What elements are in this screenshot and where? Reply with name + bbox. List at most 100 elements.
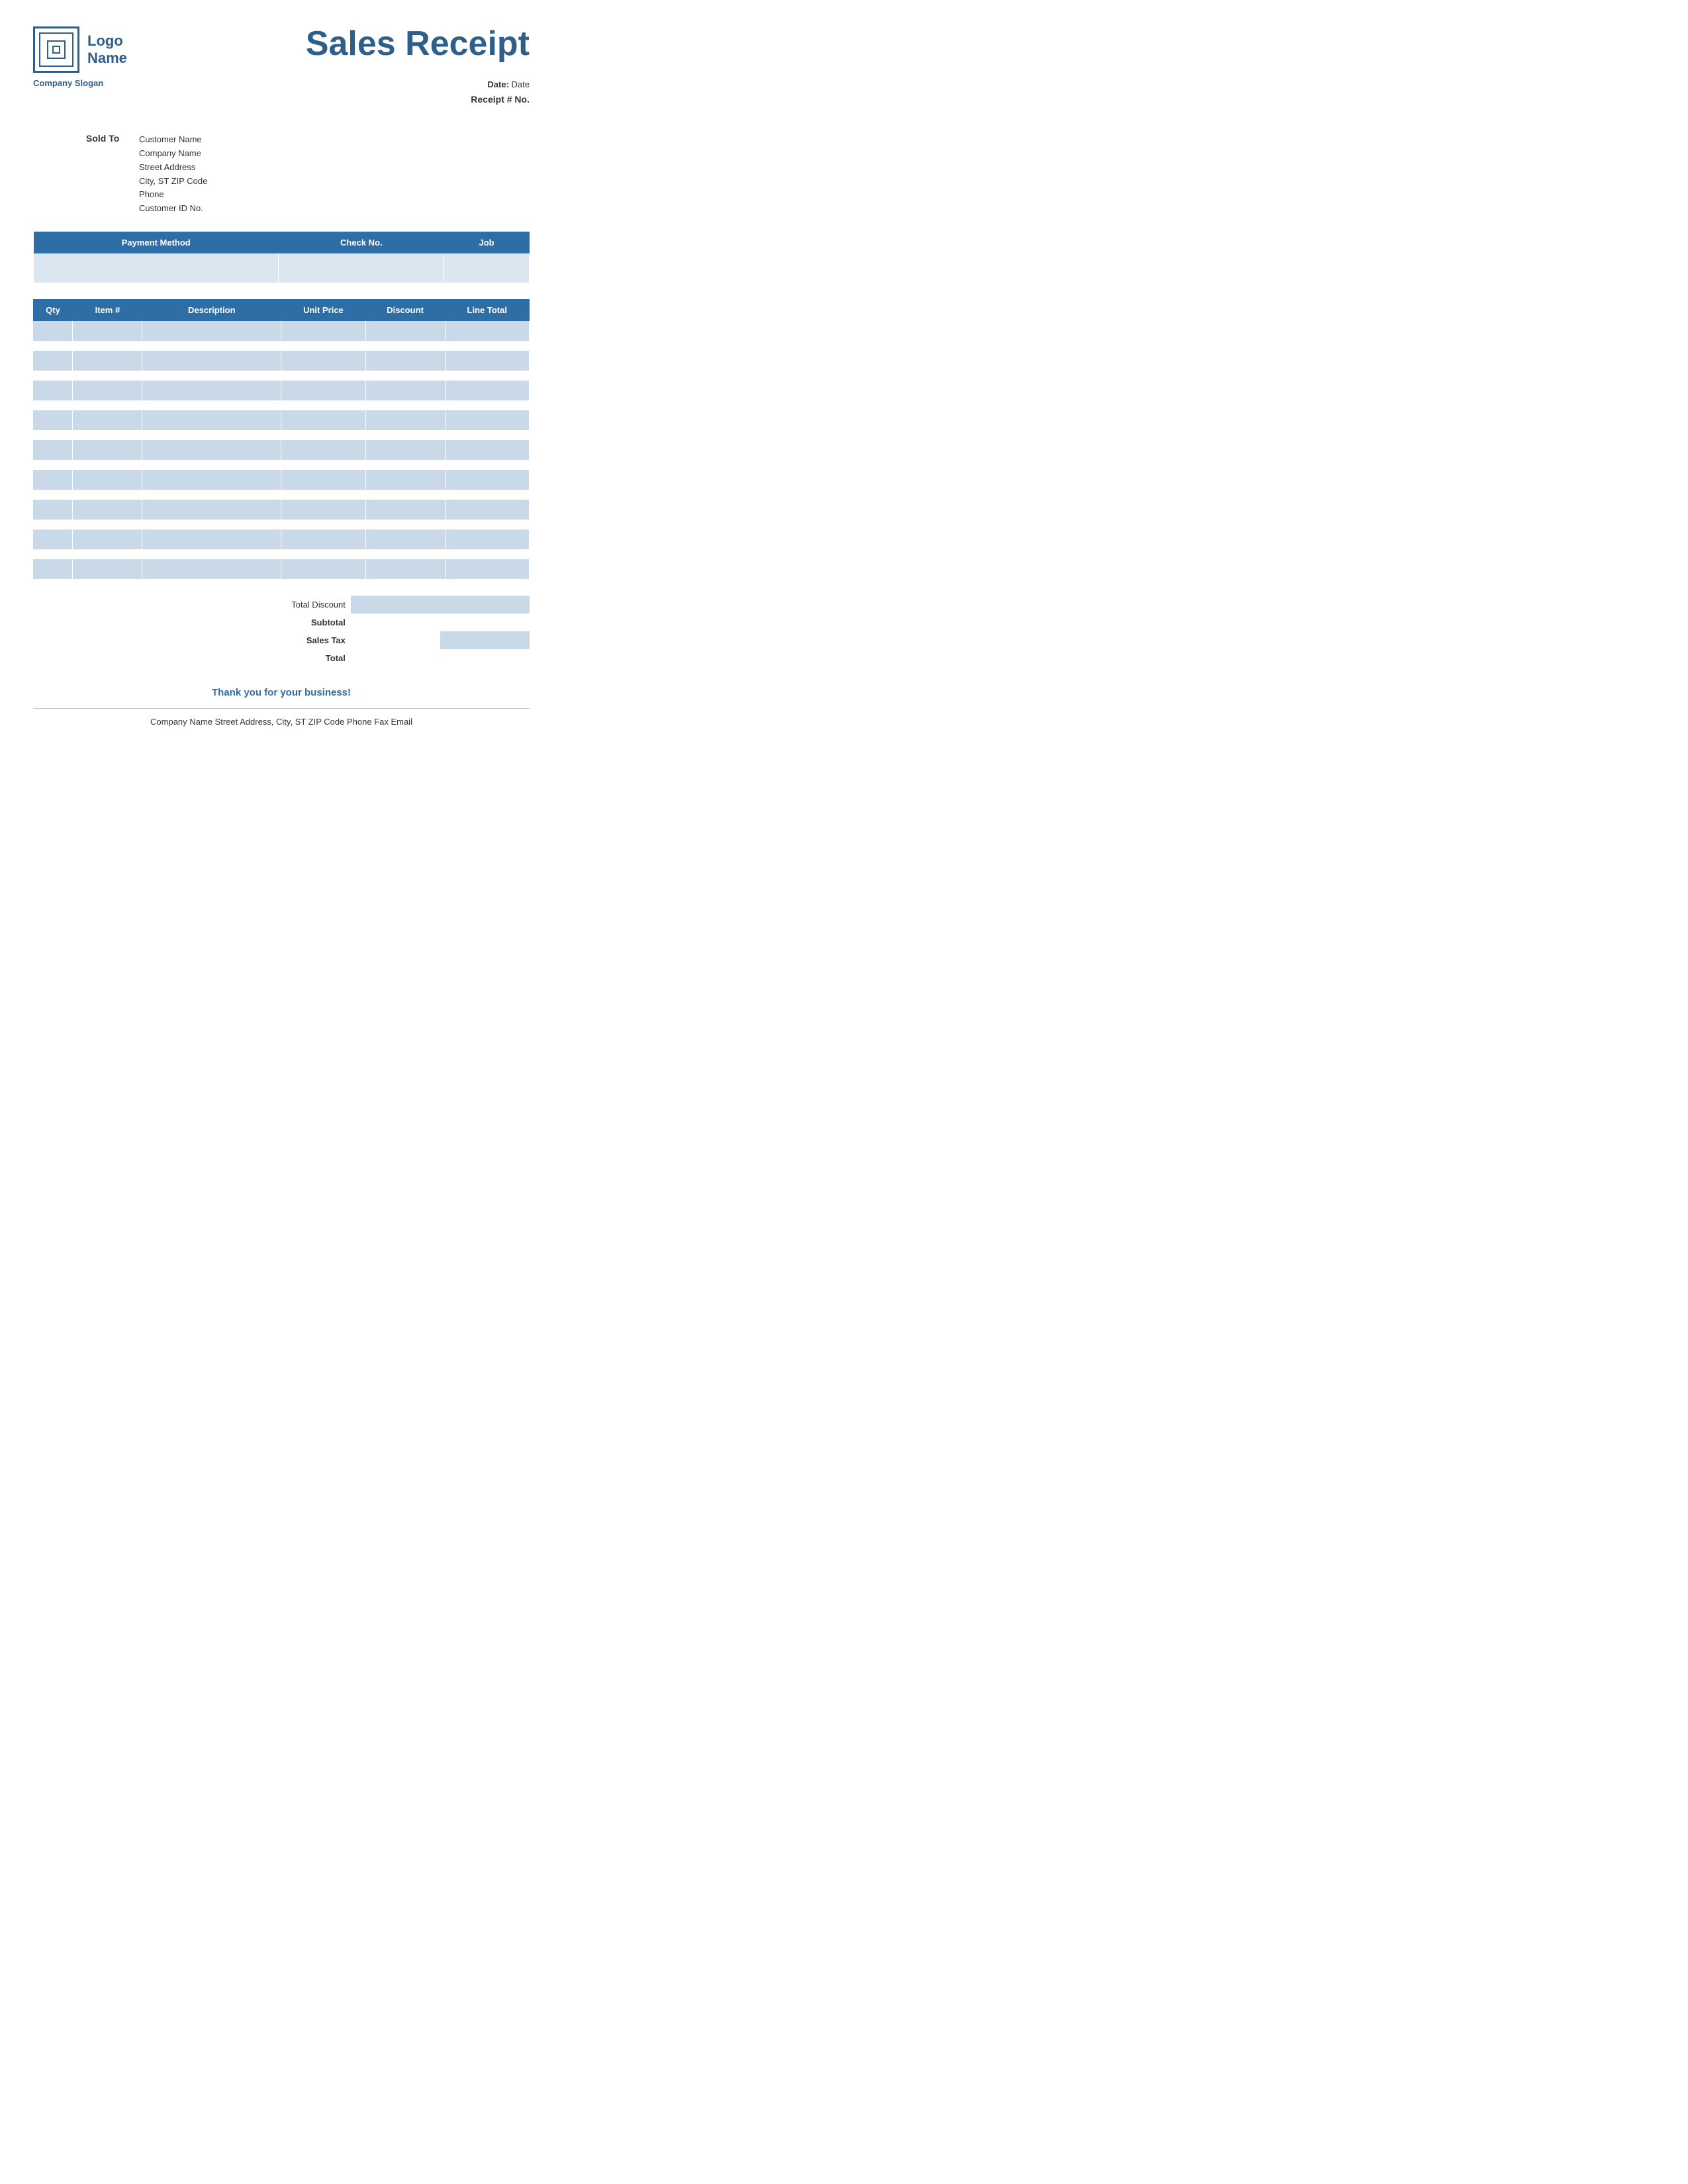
table-cell xyxy=(73,470,142,490)
sold-to-label: Sold To xyxy=(86,133,126,216)
table-cell xyxy=(73,321,142,341)
total-discount-label: Total Discount xyxy=(278,596,351,614)
table-row xyxy=(33,529,530,549)
items-table: Qty Item # Description Unit Price Discou… xyxy=(33,299,530,589)
table-cell xyxy=(73,440,142,460)
table-cell xyxy=(142,529,281,549)
table-cell xyxy=(33,321,73,341)
gap-row xyxy=(33,371,530,381)
table-row xyxy=(33,381,530,400)
logo-center-icon xyxy=(52,46,60,54)
date-label: Date: xyxy=(487,79,509,89)
table-cell xyxy=(73,500,142,520)
gap-row xyxy=(33,520,530,529)
items-header-row: Qty Item # Description Unit Price Discou… xyxy=(33,299,530,321)
thank-you-message: Thank you for your business! xyxy=(33,687,530,698)
logo-innermost xyxy=(47,40,66,59)
logo-line1: Logo xyxy=(87,32,127,50)
title-area: Sales Receipt xyxy=(306,26,530,61)
table-cell xyxy=(142,470,281,490)
table-cell xyxy=(73,529,142,549)
table-cell xyxy=(365,559,445,579)
table-cell xyxy=(445,381,529,400)
payment-header-row: Payment Method Check No. Job xyxy=(34,232,530,254)
gap-row xyxy=(33,430,530,440)
table-cell xyxy=(33,440,73,460)
table-row xyxy=(33,410,530,430)
job-cell xyxy=(444,253,530,283)
table-cell xyxy=(445,351,529,371)
table-cell xyxy=(142,440,281,460)
logo-area: Logo Name xyxy=(33,26,127,73)
table-cell xyxy=(281,529,365,549)
table-cell xyxy=(281,351,365,371)
date-receipt-area: Date: Date Receipt # No. xyxy=(471,78,530,107)
table-cell xyxy=(33,559,73,579)
subtotal-row: Subtotal xyxy=(278,614,530,631)
table-cell xyxy=(281,381,365,400)
table-cell xyxy=(365,470,445,490)
table-cell xyxy=(281,321,365,341)
check-no-header: Check No. xyxy=(279,232,444,254)
table-cell xyxy=(445,559,529,579)
table-row xyxy=(33,440,530,460)
table-cell xyxy=(73,351,142,371)
page-header: Logo Name Sales Receipt xyxy=(33,26,530,73)
footer-contact: Company Name Street Address, City, ST ZI… xyxy=(33,708,530,727)
total-discount-value2 xyxy=(440,596,530,614)
item-num-header: Item # xyxy=(73,299,142,321)
table-cell xyxy=(142,559,281,579)
customer-street: Street Address xyxy=(139,161,207,175)
table-row xyxy=(33,500,530,520)
table-cell xyxy=(365,321,445,341)
sales-tax-row: Sales Tax xyxy=(278,631,530,649)
discount-header: Discount xyxy=(365,299,445,321)
logo-box xyxy=(33,26,79,73)
logo-inner xyxy=(39,32,73,67)
table-cell xyxy=(142,500,281,520)
gap-row xyxy=(33,549,530,559)
table-cell xyxy=(365,351,445,371)
customer-company: Company Name xyxy=(139,147,207,161)
payment-table: Payment Method Check No. Job xyxy=(33,232,530,283)
table-cell xyxy=(365,381,445,400)
table-cell xyxy=(142,351,281,371)
gap-row xyxy=(33,400,530,410)
receipt-number: Receipt # No. xyxy=(471,92,530,107)
table-cell xyxy=(281,500,365,520)
line-total-header: Line Total xyxy=(445,299,529,321)
customer-phone: Phone xyxy=(139,188,207,202)
qty-header: Qty xyxy=(33,299,73,321)
sold-to-section: Sold To Customer Name Company Name Stree… xyxy=(33,133,530,216)
gap-row xyxy=(33,490,530,500)
totals-section: Total Discount Subtotal Sales Tax Total xyxy=(33,596,530,667)
job-header: Job xyxy=(444,232,530,254)
unit-price-header: Unit Price xyxy=(281,299,365,321)
total-discount-row: Total Discount xyxy=(278,596,530,614)
sold-to-info: Customer Name Company Name Street Addres… xyxy=(139,133,207,216)
table-cell xyxy=(33,410,73,430)
table-cell xyxy=(281,440,365,460)
table-cell xyxy=(73,381,142,400)
table-cell xyxy=(365,500,445,520)
table-cell xyxy=(142,381,281,400)
table-cell xyxy=(281,559,365,579)
table-cell xyxy=(73,410,142,430)
payment-method-header: Payment Method xyxy=(34,232,279,254)
logo-text: Logo Name xyxy=(87,32,127,68)
gap-row xyxy=(33,460,530,470)
description-header: Description xyxy=(142,299,281,321)
gap-row xyxy=(33,579,530,589)
table-cell xyxy=(365,410,445,430)
table-cell xyxy=(445,440,529,460)
table-cell xyxy=(445,321,529,341)
date-value: Date xyxy=(512,79,530,89)
customer-name: Customer Name xyxy=(139,133,207,147)
customer-city: City, ST ZIP Code xyxy=(139,175,207,189)
table-cell xyxy=(445,500,529,520)
table-cell xyxy=(73,559,142,579)
gap-row xyxy=(33,341,530,351)
table-row xyxy=(33,559,530,579)
table-row xyxy=(33,470,530,490)
payment-data-row xyxy=(34,253,530,283)
